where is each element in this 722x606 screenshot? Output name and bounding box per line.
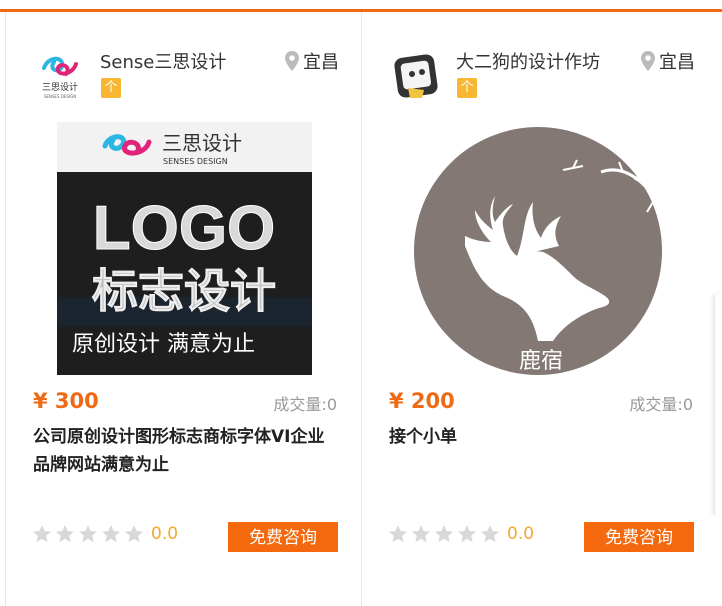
star-icon xyxy=(102,525,120,543)
star-icon xyxy=(458,525,476,543)
location-pin-icon xyxy=(641,51,655,71)
sales-number: 0 xyxy=(326,395,337,414)
star-icon xyxy=(412,525,430,543)
star-icon xyxy=(79,525,97,543)
sales-count: 成交量:0 xyxy=(273,391,337,415)
personal-badge: 个 xyxy=(457,78,477,98)
service-title[interactable]: 接个小单 xyxy=(389,423,689,451)
top-accent-bar xyxy=(0,0,722,12)
rating: 0.0 xyxy=(388,524,534,544)
sales-label: 成交量: xyxy=(629,395,683,414)
thumb-line1: LOGO xyxy=(93,194,276,263)
price: ¥ 200 xyxy=(389,389,455,413)
location-text: 宜昌 xyxy=(659,52,695,73)
sales-count: 成交量:0 xyxy=(629,391,693,415)
service-card[interactable]: 大二狗的设计作坊 个 宜昌 鹿宿 ¥ 200 成交量:0 接个小单 0.0 免费 xyxy=(362,12,717,606)
star-icon xyxy=(435,525,453,543)
sales-number: 0 xyxy=(682,395,693,414)
star-icon xyxy=(481,525,499,543)
free-consult-button[interactable]: 免费咨询 xyxy=(228,522,338,552)
thumb-brand-cn: 三思设计 xyxy=(162,131,242,155)
personal-badge: 个 xyxy=(101,78,121,98)
location: 宜昌 xyxy=(641,48,695,74)
star-icon xyxy=(389,525,407,543)
thumb-brand-en: SENSES DESIGN xyxy=(163,157,228,166)
service-title[interactable]: 公司原创设计图形标志商标字体VI企业品牌网站满意为止 xyxy=(33,423,333,479)
star-icon xyxy=(56,525,74,543)
service-card[interactable]: 三思设计 SENSES DESIGN Sense三思设计 个 宜昌 三思设计 S… xyxy=(6,12,361,606)
shop-name[interactable]: 大二狗的设计作坊 xyxy=(456,48,600,74)
star-icon xyxy=(33,525,51,543)
service-thumbnail[interactable]: 鹿宿 xyxy=(413,126,669,376)
svg-text:SENSES DESIGN: SENSES DESIGN xyxy=(44,94,76,99)
location: 宜昌 xyxy=(285,48,339,74)
shop-avatar[interactable] xyxy=(390,46,442,106)
free-consult-button[interactable]: 免费咨询 xyxy=(584,522,694,552)
rating-score: 0.0 xyxy=(507,524,535,544)
thumb-label: 鹿宿 xyxy=(519,349,563,374)
service-thumbnail[interactable]: 三思设计 SENSES DESIGN LOGO 标志设计 原创设计 满意为止 xyxy=(57,122,312,375)
location-pin-icon xyxy=(285,51,299,71)
location-text: 宜昌 xyxy=(303,52,339,73)
shop-name[interactable]: Sense三思设计 xyxy=(100,48,226,74)
rating-score: 0.0 xyxy=(151,524,179,544)
price: ¥ 300 xyxy=(33,389,99,413)
logo-text: 三思设计 xyxy=(42,81,78,93)
star-icon xyxy=(125,525,143,543)
sales-label: 成交量: xyxy=(273,395,327,414)
shop-logo[interactable]: 三思设计 SENSES DESIGN xyxy=(34,46,86,106)
rating: 0.0 xyxy=(32,524,178,544)
thumb-line3: 原创设计 满意为止 xyxy=(72,332,255,357)
thumb-line2: 标志设计 xyxy=(92,264,276,318)
